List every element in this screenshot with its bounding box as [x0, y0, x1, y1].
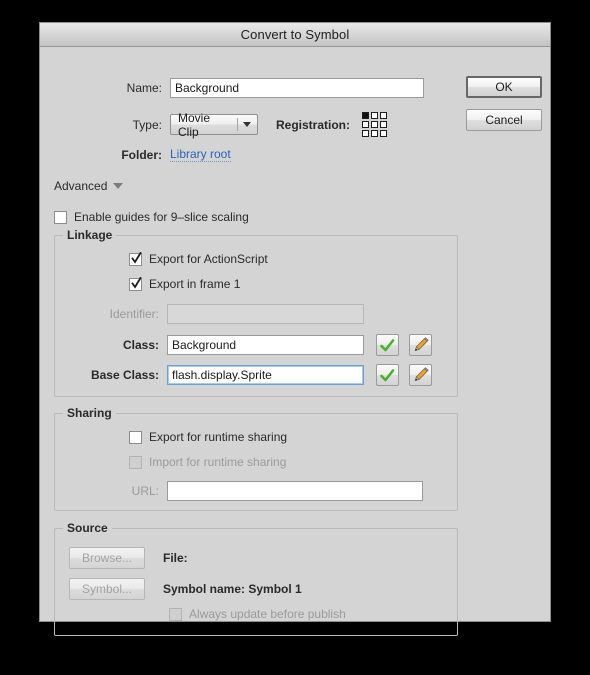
base-class-input-value: flash.display.Sprite: [172, 368, 272, 382]
nine-slice-row[interactable]: Enable guides for 9–slice scaling: [54, 210, 249, 224]
type-dropdown[interactable]: Movie Clip: [170, 111, 258, 139]
registration-cell-bottom-center[interactable]: [371, 130, 379, 137]
import-runtime-row: Import for runtime sharing: [129, 455, 286, 469]
pencil-icon: [414, 367, 429, 382]
dialog-title: Convert to Symbol: [240, 27, 350, 42]
always-update-checkbox: [169, 607, 182, 621]
green-check-icon: [380, 368, 395, 381]
export-actionscript-checkbox[interactable]: [129, 251, 142, 266]
base-class-label: Base Class:: [90, 368, 159, 382]
cancel-button-label: Cancel: [485, 113, 523, 127]
browse-row: Browse... File:: [69, 547, 194, 569]
folder-link[interactable]: Library root: [170, 147, 231, 162]
export-frame1-checkbox[interactable]: [129, 276, 142, 291]
name-input[interactable]: Background: [170, 78, 424, 98]
export-runtime-checkbox[interactable]: [129, 430, 142, 444]
folder-row: Folder: Library root: [40, 147, 430, 162]
source-group: Source Browse... File: Symbol... Symbol …: [54, 521, 458, 636]
url-row: URL:: [55, 481, 459, 501]
symbol-button-label: Symbol...: [81, 582, 132, 596]
sharing-legend: Sharing: [63, 406, 116, 420]
export-frame1-row[interactable]: Export in frame 1: [129, 276, 241, 291]
identifier-label: Identifier:: [109, 307, 159, 321]
class-input[interactable]: Background: [167, 335, 364, 355]
class-validate-button[interactable]: [376, 334, 399, 356]
nine-slice-label: Enable guides for 9–slice scaling: [74, 210, 249, 224]
type-label: Type:: [132, 117, 162, 132]
registration-label: Registration:: [276, 117, 351, 132]
registration-cell-bottom-right[interactable]: [380, 130, 388, 137]
ok-button-label: OK: [495, 80, 513, 94]
ok-button[interactable]: OK: [466, 76, 542, 98]
type-dropdown-separator: [237, 118, 238, 131]
source-legend: Source: [63, 521, 112, 535]
linkage-group: Linkage Export for ActionScript Export i…: [54, 228, 459, 397]
type-row: Type: Movie Clip Registration:: [40, 111, 430, 139]
green-check-icon: [380, 338, 395, 351]
file-label: File:: [163, 551, 188, 565]
symbol-name-label: Symbol name: Symbol 1: [163, 582, 302, 596]
export-runtime-row[interactable]: Export for runtime sharing: [129, 430, 287, 444]
export-frame1-label: Export in frame 1: [149, 277, 241, 291]
base-class-edit-button[interactable]: [409, 364, 432, 386]
registration-cell-middle-left[interactable]: [362, 121, 370, 128]
identifier-input: [167, 304, 364, 324]
base-class-row: Base Class: flash.display.Sprite: [55, 364, 459, 386]
export-actionscript-label: Export for ActionScript: [149, 252, 268, 266]
triangle-down-icon: [113, 183, 124, 189]
sharing-group: Sharing Export for runtime sharing Impor…: [54, 406, 459, 511]
dialog-titlebar: Convert to Symbol: [40, 23, 550, 47]
class-label: Class:: [122, 338, 159, 352]
dialog-body: OK Cancel Name: Background Type: Movie C…: [40, 47, 550, 636]
class-edit-button[interactable]: [409, 334, 432, 356]
registration-cell-top-left[interactable]: [362, 112, 370, 119]
browse-button-label: Browse...: [81, 551, 132, 565]
base-class-validate-button[interactable]: [376, 364, 399, 386]
registration-cell-middle-right[interactable]: [380, 121, 388, 128]
registration-cell-bottom-left[interactable]: [362, 130, 370, 137]
folder-label: Folder:: [121, 147, 162, 162]
convert-to-symbol-dialog: Convert to Symbol OK Cancel Name: Backgr…: [39, 22, 551, 636]
name-input-value: Background: [175, 81, 240, 95]
linkage-legend: Linkage: [63, 228, 117, 242]
name-label: Name:: [126, 81, 162, 95]
name-row: Name: Background: [40, 78, 430, 98]
export-actionscript-row[interactable]: Export for ActionScript: [129, 251, 268, 266]
url-input[interactable]: [167, 481, 423, 501]
registration-cell-top-center[interactable]: [371, 112, 379, 119]
registration-cell-top-right[interactable]: [380, 112, 388, 119]
registration-cell-middle-center[interactable]: [371, 121, 379, 128]
url-label: URL:: [131, 484, 159, 498]
pencil-icon: [414, 337, 429, 352]
symbol-row: Symbol... Symbol name: Symbol 1: [69, 578, 302, 600]
always-update-label: Always update before publish: [189, 607, 346, 621]
base-class-input[interactable]: flash.display.Sprite: [167, 365, 364, 385]
nine-slice-checkbox[interactable]: [54, 210, 67, 224]
desktop-backdrop: Convert to Symbol OK Cancel Name: Backgr…: [0, 0, 590, 675]
browse-button: Browse...: [69, 547, 145, 569]
chevron-down-icon: [243, 122, 251, 127]
identifier-row: Identifier:: [55, 304, 459, 324]
always-update-row: Always update before publish: [169, 607, 346, 621]
symbol-button: Symbol...: [69, 578, 145, 600]
cancel-button[interactable]: Cancel: [466, 109, 542, 131]
advanced-label: Advanced: [54, 179, 108, 193]
import-runtime-checkbox: [129, 455, 142, 469]
registration-grid[interactable]: [362, 112, 388, 137]
advanced-disclosure[interactable]: Advanced: [54, 179, 124, 193]
class-input-value: Background: [172, 338, 237, 352]
export-runtime-label: Export for runtime sharing: [149, 430, 288, 444]
import-runtime-label: Import for runtime sharing: [149, 455, 287, 469]
type-dropdown-value: Movie Clip: [178, 110, 211, 139]
checkmark-icon: [131, 251, 142, 264]
class-row: Class: Background: [55, 334, 459, 356]
checkmark-icon: [131, 276, 142, 289]
